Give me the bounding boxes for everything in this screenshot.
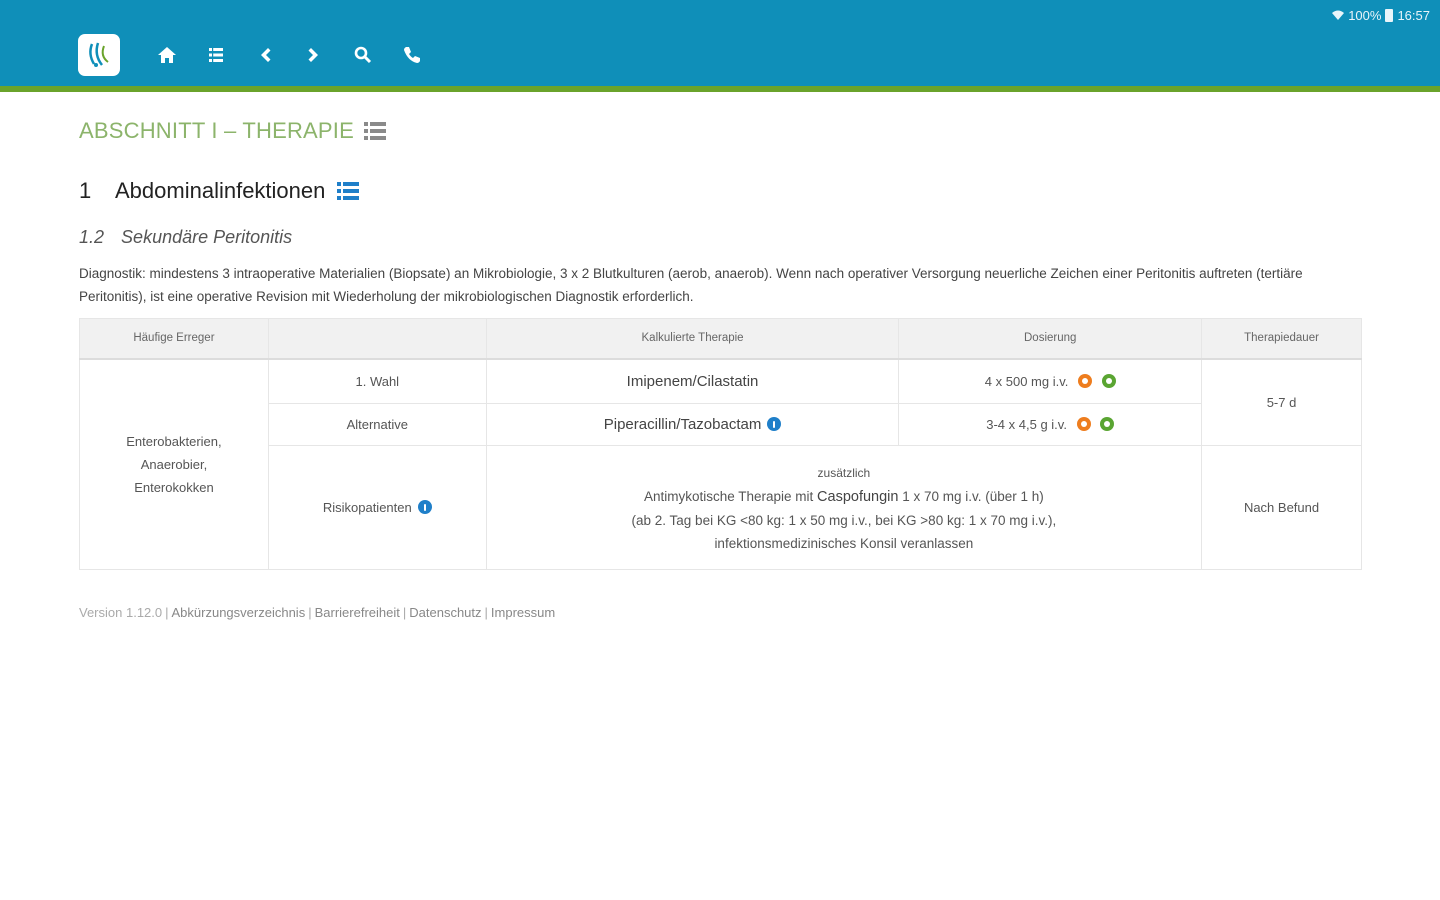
chapter-list-icon[interactable] xyxy=(337,181,360,201)
dose-text: 3-4 x 4,5 g i.v. xyxy=(986,417,1067,432)
version-text: Version 1.12.0 xyxy=(79,605,163,620)
risk-therapy-cell: zusätzlich Antimykotische Therapie mit C… xyxy=(485,445,1203,570)
dose-cell: 3-4 x 4,5 g i.v. xyxy=(898,403,1203,446)
pathogen-item: Anaerobier, xyxy=(140,456,208,472)
search-button[interactable] xyxy=(338,33,387,77)
choice-cell: Risikopatienten xyxy=(267,445,487,570)
toolbar xyxy=(78,33,436,77)
renal-dose-icon[interactable] xyxy=(1078,373,1092,388)
choice-cell: 1. Wahl xyxy=(267,358,487,404)
risk-line: 1 x 70 mg i.v. (über 1 h) xyxy=(898,488,1044,504)
choice-cell: Alternative xyxy=(267,403,487,446)
header-stripe xyxy=(0,86,1440,92)
header-choice xyxy=(267,318,487,360)
battery-level: 100% xyxy=(1348,7,1382,23)
wifi-icon xyxy=(1332,10,1345,20)
back-button[interactable] xyxy=(240,33,289,77)
risk-line: infektionsmedizinisches Konsil veranlass… xyxy=(714,535,974,551)
drug-name[interactable]: Caspofungin xyxy=(817,489,898,505)
pathogen-item: Enterokokken xyxy=(134,479,214,495)
chevron-right-icon xyxy=(308,48,318,62)
table-row: Enterobakterien, Anaerobier, Enterokokke… xyxy=(79,358,1362,570)
renal-dose-icon[interactable] xyxy=(1076,417,1091,431)
risk-line: (ab 2. Tag bei KG <80 kg: 1 x 50 mg i.v.… xyxy=(631,512,1057,528)
app-header: 100% 16:57 xyxy=(0,0,1440,86)
info-icon[interactable] xyxy=(417,500,432,514)
app-logo[interactable] xyxy=(78,34,120,76)
header-pathogens: Häufige Erreger xyxy=(79,318,269,360)
section-title-text: ABSCHNITT I – THERAPIE xyxy=(79,118,354,143)
table-header-row: Häufige Erreger Kalkulierte Therapie Dos… xyxy=(79,318,1362,360)
chapter-heading: 1 Abdominalinfektionen xyxy=(79,178,360,204)
chevron-left-icon xyxy=(260,48,270,62)
home-icon xyxy=(157,47,176,63)
drug-cell: Imipenem/Cilastatin xyxy=(485,358,900,404)
drug-cell: Piperacillin/Tazobactam xyxy=(485,403,900,446)
pathogens-cell: Enterobakterien, Anaerobier, Enterokokke… xyxy=(79,358,269,570)
info-icon[interactable] xyxy=(767,417,782,431)
drug-name[interactable]: Piperacillin/Tazobactam xyxy=(604,416,762,433)
phone-button[interactable] xyxy=(387,33,436,77)
logo-icon xyxy=(89,42,109,67)
pregnancy-icon[interactable] xyxy=(1101,373,1116,388)
footer: Version 1.12.0 | Abkürzungsverzeichnis | Bar… xyxy=(79,605,556,620)
footer-link-imprint[interactable]: Impressum xyxy=(491,605,555,620)
dose-cell: 4 x 500 mg i.v. xyxy=(898,358,1203,404)
footer-link-privacy[interactable]: Datenschutz xyxy=(409,605,481,620)
home-button[interactable] xyxy=(142,33,191,77)
diagnostics-text: Diagnostik: mindestens 3 intraoperative … xyxy=(79,266,1303,304)
battery-icon xyxy=(1385,8,1394,22)
header-duration: Therapiedauer xyxy=(1201,318,1362,360)
header-dosage: Dosierung xyxy=(898,318,1203,360)
contents-button[interactable] xyxy=(191,33,240,77)
subsection-heading: 1.2 Sekundäre Peritonitis xyxy=(79,227,292,248)
table-row: Alternative Piperacillin/Tazobactam 3-4 … xyxy=(80,403,1362,446)
section-title[interactable]: ABSCHNITT I – THERAPIE xyxy=(79,118,386,144)
table-row: Risikopatienten zusätzlich Antimykotisch… xyxy=(80,445,1362,570)
subsection-title: Sekundäre Peritonitis xyxy=(121,227,293,247)
duration-cell: Nach Befund xyxy=(1201,445,1362,570)
chapter-title: Abdominalinfektionen xyxy=(115,178,326,203)
drug-name[interactable]: Imipenem/Cilastatin xyxy=(627,373,759,390)
header-therapy: Kalkulierte Therapie xyxy=(485,318,900,360)
list-icon xyxy=(208,48,223,62)
risk-line: zusätzlich xyxy=(817,465,871,480)
chapter-number: 1 xyxy=(79,178,92,203)
search-icon xyxy=(354,46,371,64)
clock: 16:57 xyxy=(1397,7,1430,23)
risk-line: Antimykotische Therapie mit xyxy=(643,488,818,504)
therapy-table: Häufige Erreger Kalkulierte Therapie Dos… xyxy=(79,318,1362,570)
subsection-number: 1.2 xyxy=(79,227,105,247)
duration-cell: 5-7 d xyxy=(1201,358,1362,446)
forward-button[interactable] xyxy=(289,33,338,77)
status-bar: 100% 16:57 xyxy=(1332,6,1430,24)
list-icon[interactable] xyxy=(364,121,386,141)
phone-icon xyxy=(403,47,420,63)
footer-link-accessibility[interactable]: Barrierefreiheit xyxy=(315,605,400,620)
pathogen-item: Enterobakterien, xyxy=(126,433,222,449)
dose-text: 4 x 500 mg i.v. xyxy=(984,373,1069,389)
footer-link-abbreviations[interactable]: Abkürzungsverzeichnis xyxy=(172,605,306,620)
risk-label: Risikopatienten xyxy=(322,500,412,515)
pregnancy-icon[interactable] xyxy=(1100,417,1115,431)
